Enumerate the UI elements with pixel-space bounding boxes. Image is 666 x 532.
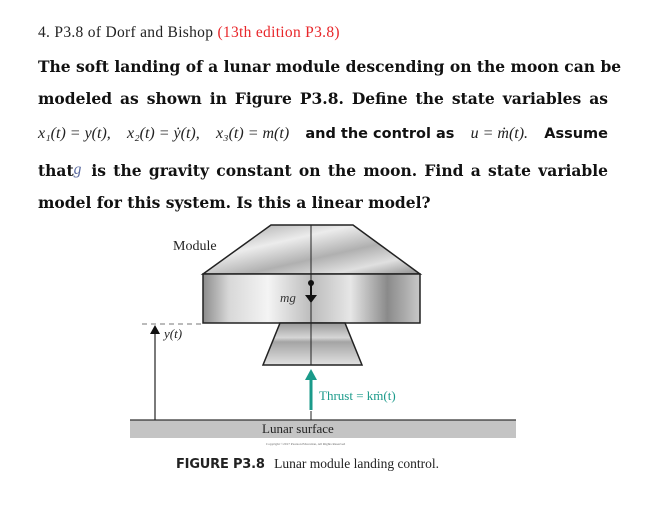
lunar-module-figure: Module mg y(t) Thrust = kṁ(t) Lunar surf… [130, 224, 516, 447]
module-label: Module [173, 239, 217, 254]
problem-text-line-4: that g is the gravity constant on the mo… [38, 161, 608, 180]
thrust-arrow-head [305, 369, 317, 380]
problem-text-line-2: modeled as shown in Figure P3.8. Define … [38, 89, 608, 108]
line4-start: that [38, 161, 74, 180]
edition-note: (13th edition P3.8) [217, 24, 340, 41]
control-def-u: u = ṁ(t). [470, 125, 529, 142]
mg-origin-dot [308, 280, 314, 286]
mg-arrow-head [305, 295, 317, 303]
height-label: y(t) [162, 326, 182, 341]
line4-rest: is the gravity constant on the moon. Fin… [91, 161, 608, 180]
weight-label: mg [280, 290, 296, 305]
state-def-x2: x₂(t) = ẏ(t), [126, 125, 200, 142]
lunar-surface-band [130, 420, 516, 438]
lunar-surface-label: Lunar surface [262, 421, 334, 436]
state-def-x3: x₃(t) = m(t) [215, 125, 290, 142]
figure-id: FIGURE P3.8 [176, 457, 265, 472]
state-def-x1: x₁(t) = y(t), [38, 125, 111, 142]
height-arrow-head [150, 325, 160, 334]
copyright-notice: Copyright ©2017 Pearson Education, All R… [266, 441, 345, 447]
problem-heading: 4. P3.8 of Dorf and Bishop (13th edition… [38, 24, 340, 42]
module-body [202, 273, 421, 324]
problem-text-line-1: The soft landing of a lunar module desce… [38, 57, 622, 76]
assume-text: Assume [544, 126, 608, 142]
module-nozzle [261, 322, 364, 366]
gravity-variable: g [73, 161, 82, 178]
module-top [200, 224, 423, 275]
problem-text-line-5: model for this system. Is this a linear … [38, 193, 431, 212]
problem-number: 4. P3.8 of Dorf and Bishop [38, 24, 214, 41]
figure-caption-text: Lunar module landing control. [274, 456, 440, 471]
thrust-label: Thrust = kṁ(t) [319, 388, 396, 403]
problem-text-line-3: x₁(t) = y(t), x₂(t) = ẏ(t), x₃(t) = m(t)… [38, 125, 608, 143]
control-text: and the control as [305, 126, 455, 142]
figure-caption: FIGURE P3.8 Lunar module landing control… [176, 456, 439, 472]
